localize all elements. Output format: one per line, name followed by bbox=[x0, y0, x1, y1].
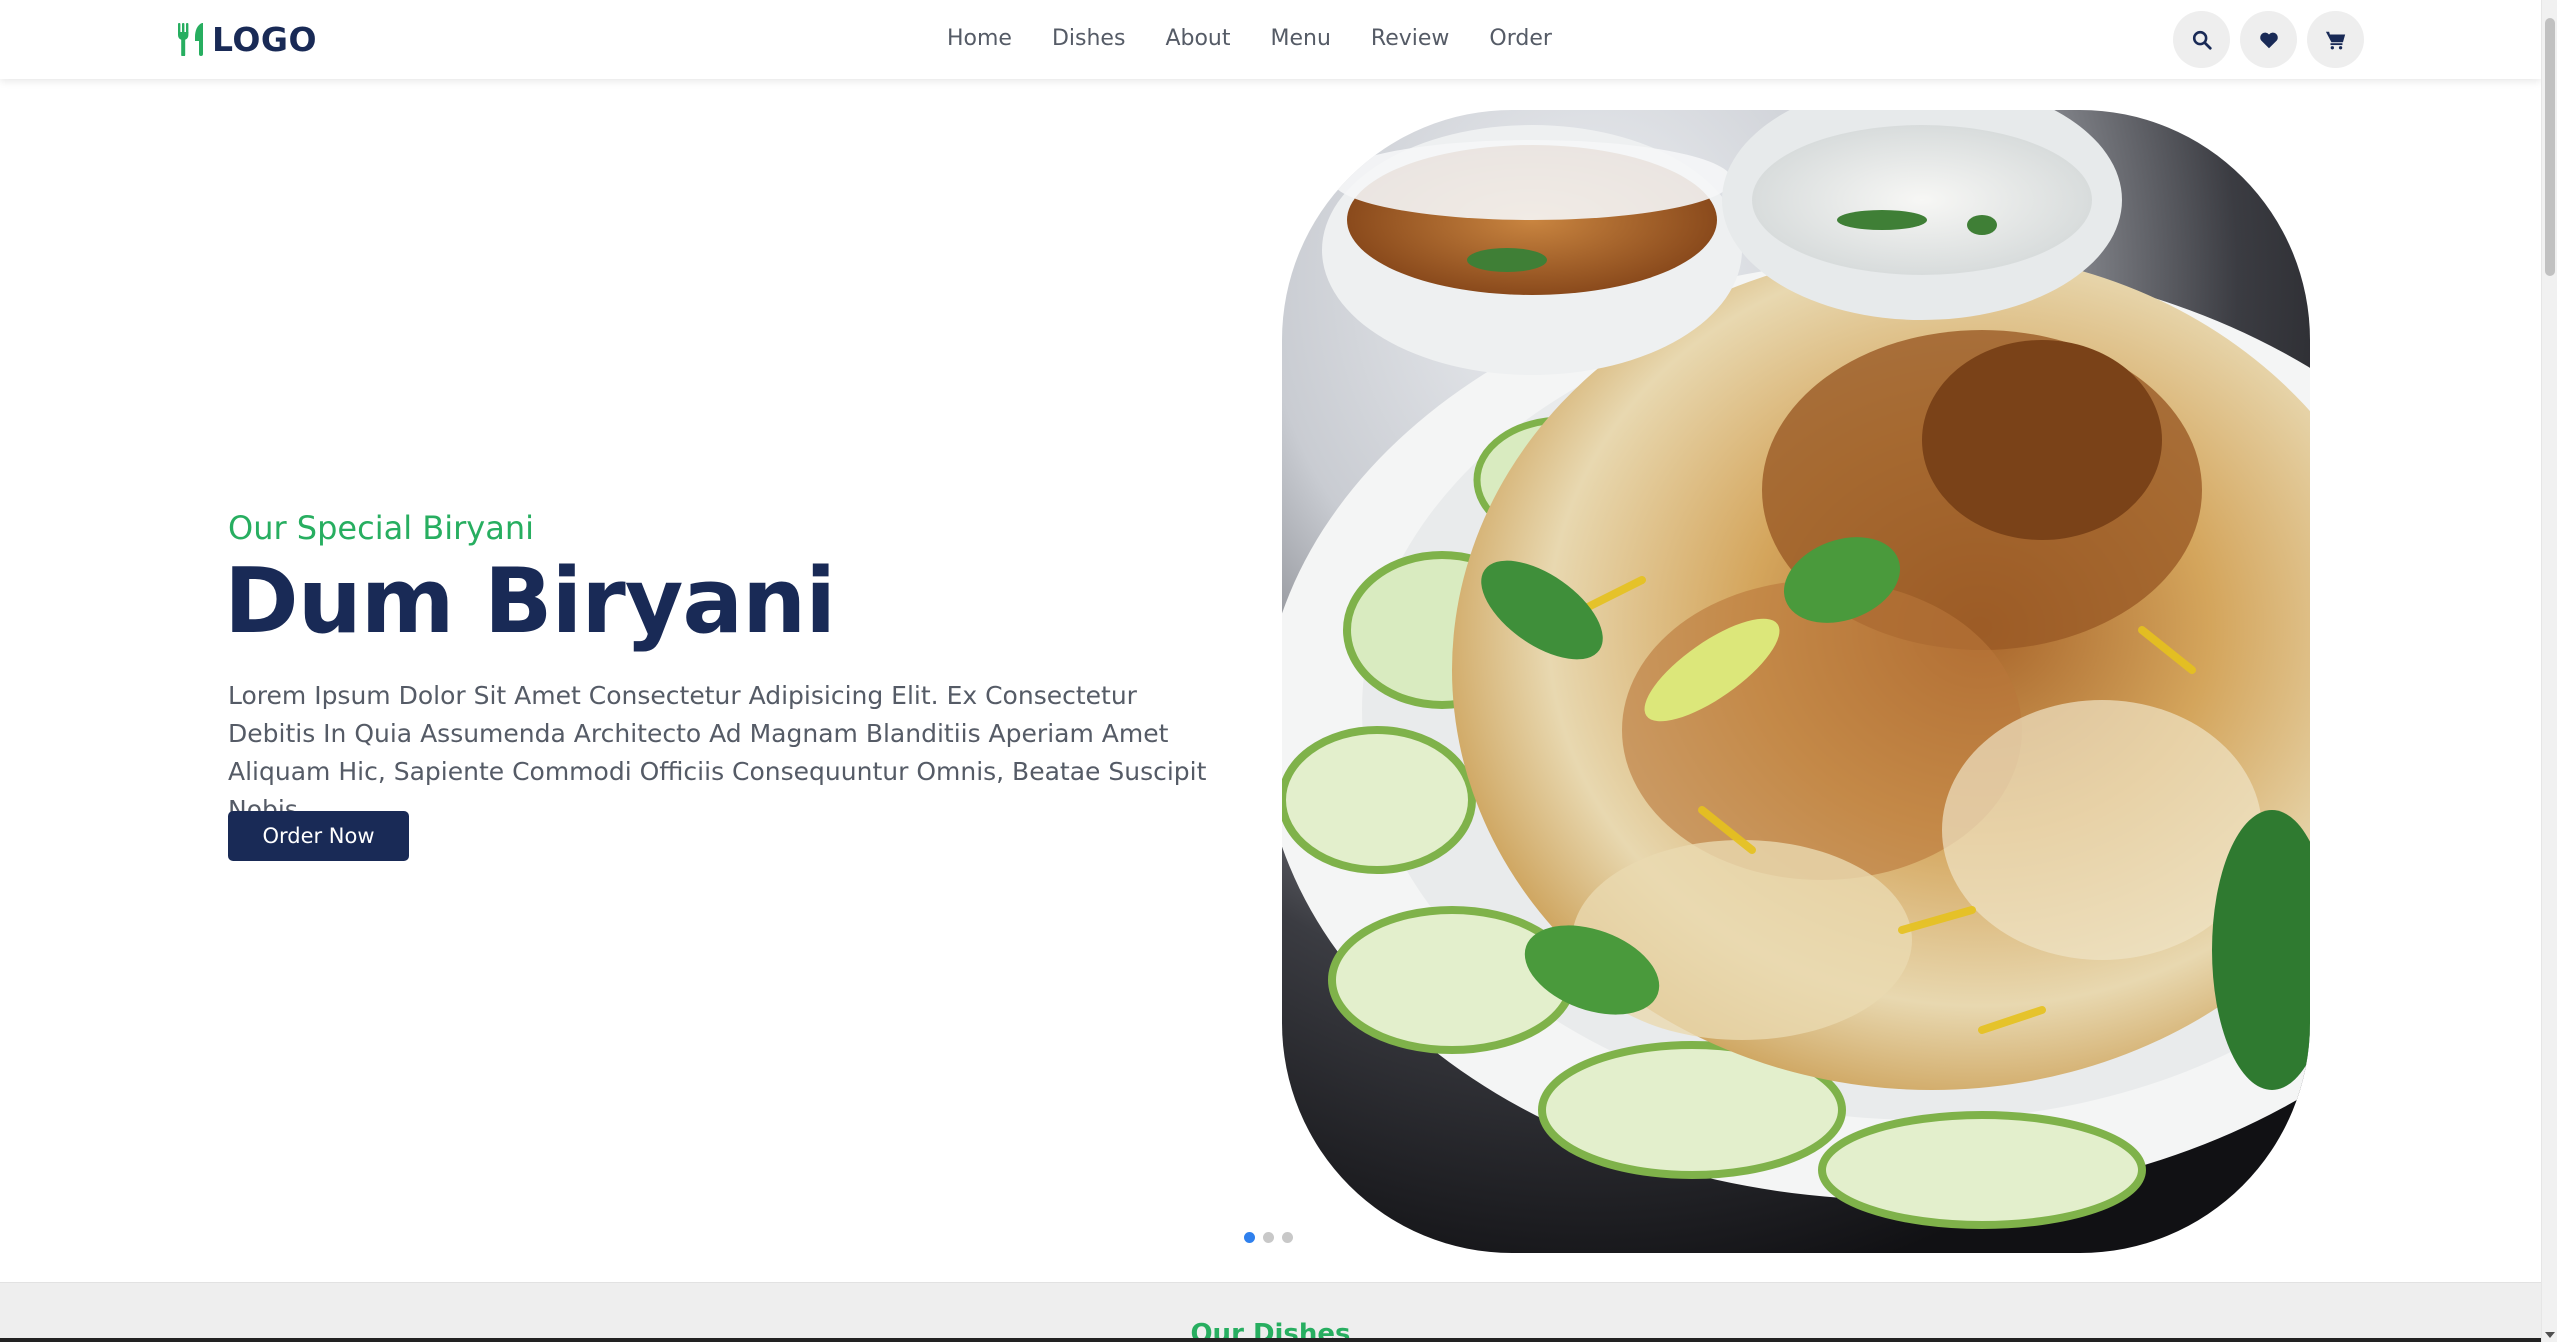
nav-home[interactable]: Home bbox=[947, 22, 1012, 56]
bottom-divider bbox=[0, 1338, 2541, 1342]
nav-review[interactable]: Review bbox=[1371, 22, 1450, 56]
slider-dot-3[interactable] bbox=[1282, 1232, 1293, 1243]
nav-about[interactable]: About bbox=[1165, 22, 1230, 56]
site-header: LOGO Home Dishes About Menu Review Order bbox=[0, 0, 2541, 79]
scroll-down-arrow-icon[interactable] bbox=[2545, 1332, 2555, 1338]
hero-section: Our Special Biryani Dum Biryani Lorem Ip… bbox=[0, 79, 2541, 1282]
biryani-image bbox=[1282, 110, 2310, 1253]
header-icons bbox=[2173, 11, 2364, 68]
favorites-button[interactable] bbox=[2240, 11, 2297, 68]
cart-icon bbox=[2325, 31, 2345, 49]
page-viewport: LOGO Home Dishes About Menu Review Order bbox=[0, 0, 2541, 1342]
logo[interactable]: LOGO bbox=[176, 18, 317, 60]
slider-dot-1[interactable] bbox=[1244, 1232, 1255, 1243]
utensils-icon bbox=[178, 23, 203, 56]
hero-description: Lorem Ipsum Dolor Sit Amet Consectetur A… bbox=[228, 681, 1207, 824]
nav-order[interactable]: Order bbox=[1489, 22, 1552, 56]
logo-text: LOGO bbox=[212, 19, 318, 59]
slider-dot-2[interactable] bbox=[1263, 1232, 1274, 1243]
nav-menu[interactable]: Menu bbox=[1270, 22, 1330, 56]
dishes-section: Our Dishes bbox=[0, 1282, 2541, 1342]
main-nav: Home Dishes About Menu Review Order bbox=[947, 22, 1592, 56]
hero-subtitle: Our Special Biryani bbox=[228, 509, 534, 547]
search-button[interactable] bbox=[2173, 11, 2230, 68]
page-scrollbar[interactable] bbox=[2541, 0, 2557, 1342]
heart-icon bbox=[2259, 32, 2278, 48]
search-icon bbox=[2192, 30, 2212, 50]
nav-dishes[interactable]: Dishes bbox=[1052, 22, 1125, 56]
order-now-button[interactable]: Order Now bbox=[228, 811, 409, 861]
cart-button[interactable] bbox=[2307, 11, 2364, 68]
scroll-thumb[interactable] bbox=[2545, 18, 2555, 276]
hero-title: Dum Biryani bbox=[224, 549, 836, 654]
slider-dots bbox=[1244, 1232, 1293, 1243]
